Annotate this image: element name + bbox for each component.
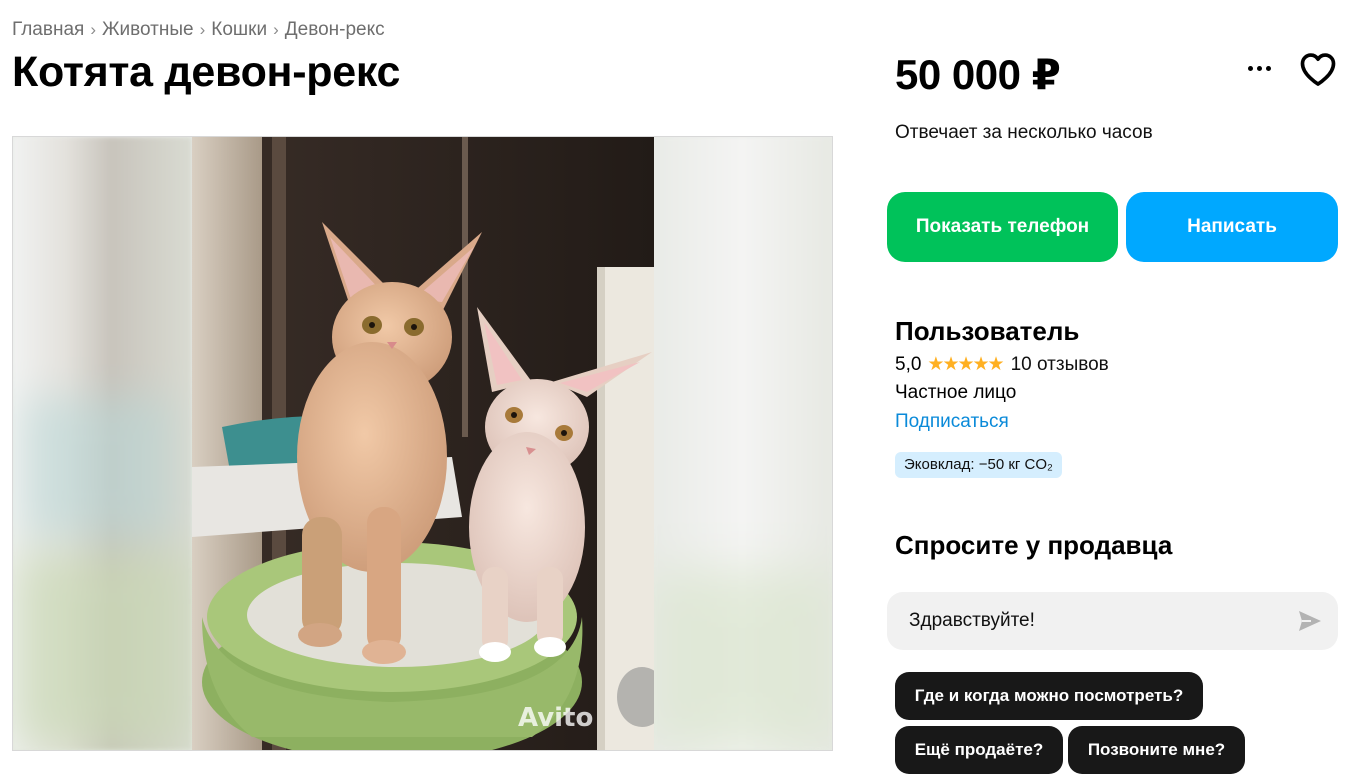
- quick-reply-call-me[interactable]: Позвоните мне?: [1068, 726, 1245, 774]
- breadcrumb-item-home[interactable]: Главная: [12, 19, 84, 41]
- breadcrumb-item-cats[interactable]: Кошки: [211, 19, 267, 41]
- favorite-heart-icon[interactable]: [1299, 51, 1337, 87]
- send-icon[interactable]: [1298, 610, 1322, 632]
- dot-icon: [1256, 65, 1262, 71]
- message-input-value: Здравствуйте!: [909, 610, 1035, 631]
- more-options-button[interactable]: [1240, 52, 1278, 84]
- reviews-link[interactable]: 10 отзывов: [1011, 354, 1109, 376]
- chevron-right-icon: ›: [90, 20, 96, 39]
- eco-badge[interactable]: Эковклад: −50 кг CO₂: [895, 452, 1062, 478]
- dot-icon: [1265, 65, 1271, 71]
- avito-watermark: Avito: [518, 703, 594, 733]
- rating-value: 5,0: [895, 353, 922, 375]
- chevron-right-icon: ›: [273, 20, 279, 39]
- breadcrumb-item-animals[interactable]: Животные: [102, 19, 194, 41]
- gallery-blur-right: [653, 137, 832, 750]
- breadcrumb-item-devon-rex[interactable]: Девон-рекс: [285, 19, 385, 41]
- listing-price: 50 000 ₽: [895, 51, 1061, 98]
- listing-photo[interactable]: [192, 137, 654, 750]
- breadcrumb: Главная › Животные › Кошки › Девон-рекс: [12, 19, 385, 41]
- quick-reply-still-selling[interactable]: Ещё продаёте?: [895, 726, 1063, 774]
- heart-icon: [1300, 53, 1336, 86]
- seller-rating: 5,0 ★★★★★ 10 отзывов: [895, 353, 1109, 376]
- listing-title: Котята девон-рекс: [12, 48, 401, 96]
- seller-name[interactable]: Пользователь: [895, 316, 1079, 347]
- chevron-right-icon: ›: [199, 20, 206, 39]
- photo-gallery[interactable]: Avito: [12, 136, 833, 751]
- kittens-photo: [192, 137, 654, 750]
- response-time-text: Отвечает за несколько часов: [895, 122, 1153, 143]
- dot-icon: [1247, 65, 1253, 71]
- ask-seller-heading: Спросите у продавца: [895, 530, 1173, 560]
- star-rating-icon: ★★★★★: [927, 354, 1004, 375]
- quick-reply-where-when[interactable]: Где и когда можно посмотреть?: [895, 672, 1203, 720]
- subscribe-link[interactable]: Подписаться: [895, 411, 1009, 433]
- message-input[interactable]: Здравствуйте!: [887, 592, 1338, 650]
- write-message-button[interactable]: Написать: [1126, 192, 1338, 262]
- gallery-blur-left: [13, 137, 192, 750]
- show-phone-button[interactable]: Показать телефон: [887, 192, 1118, 262]
- seller-type: Частное лицо: [895, 382, 1017, 403]
